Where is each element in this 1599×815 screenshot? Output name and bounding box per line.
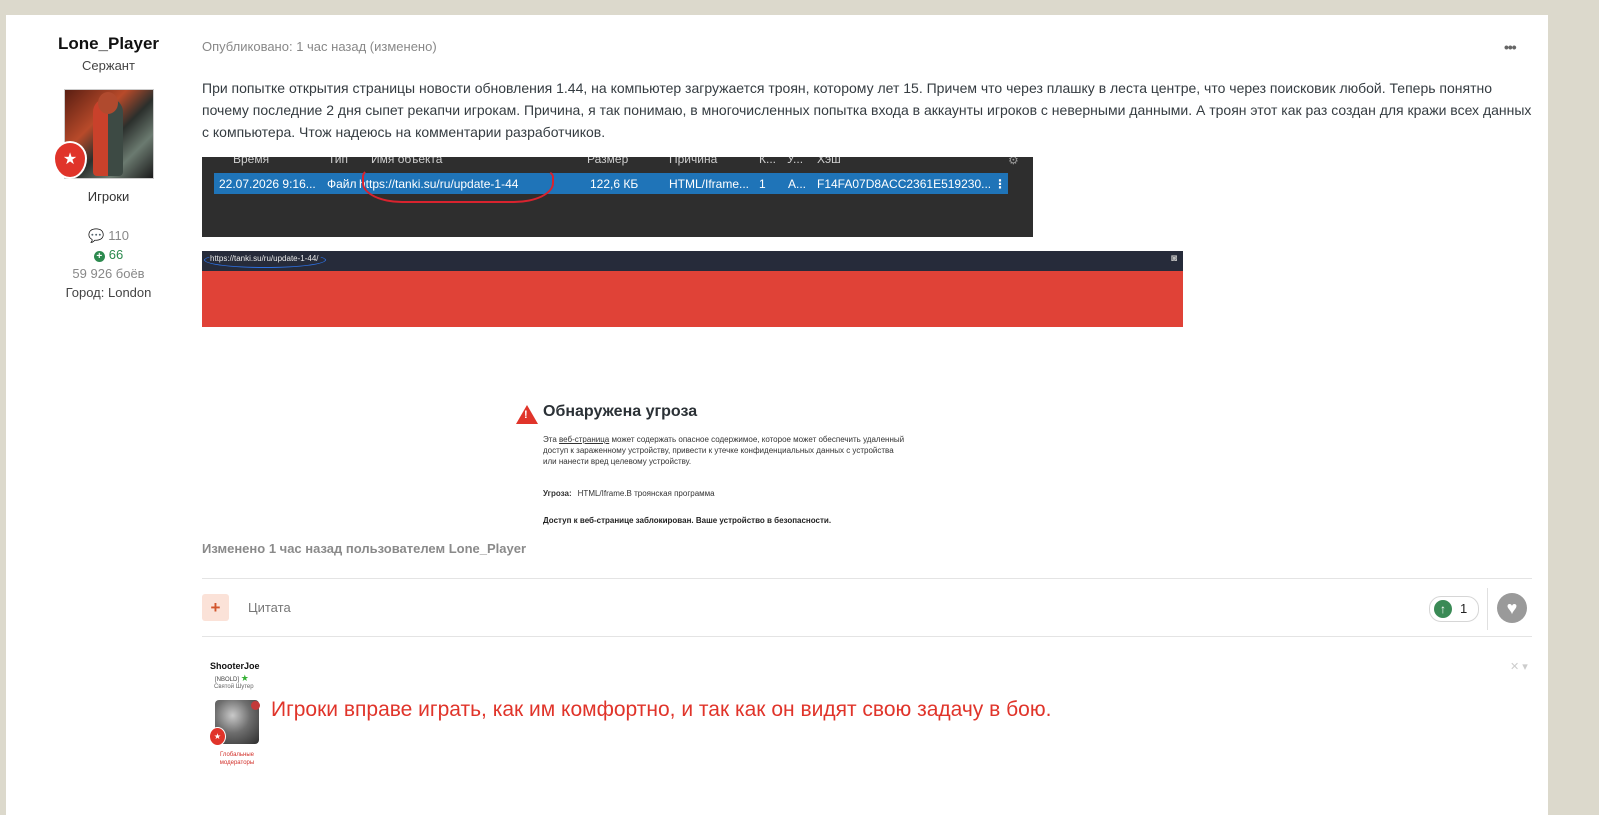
cell-time: 22.07.2026 9:16... [219,177,316,191]
cell-k: 1 [759,177,766,191]
table-row: 22.07.2026 9:16... Файл https://tanki.su… [214,173,1008,194]
row-menu-icon: ⋮ [994,177,1006,191]
cell-u: A... [788,177,807,191]
warning-icon-mark: ! [524,409,528,421]
avatar-head [98,92,118,114]
divider [1487,588,1488,630]
red-banner [202,271,1183,327]
status-dot-icon [251,701,260,710]
post-card: Lone_Player Сержант ★ Игроки 💬 110 +66 59… [6,15,1548,815]
threat-title: Обнаружена угроза [543,403,698,420]
signature-tag: [NBOLD] ★ [215,673,249,684]
col-time: Время [233,157,270,166]
post-meta[interactable]: Опубликовано: 1 час назад (изменено) [202,39,437,54]
arrow-up-icon[interactable]: ↑ [1434,600,1452,618]
reputation-count: 1 [1460,601,1468,616]
more-options-icon[interactable]: ••• [1504,39,1517,55]
reputation-widget[interactable]: ↑ 1 [1429,596,1479,622]
red-circle-annotation [362,169,554,203]
author-city: Город: London [65,285,152,300]
cell-hash: F14FA07D8ACC2361E519230... [817,177,992,191]
threat-type: Угроза: HTML/Iframe.B троянская программа [543,489,715,498]
threat-body-pre: Эта [543,435,559,444]
col-size: Размер [587,157,629,166]
author-rank: Сержант [82,58,135,73]
col-u: У... [787,157,804,166]
col-k: К... [759,157,776,166]
threat-blocked-message: Доступ к веб-странице заблокирован. Ваше… [543,516,832,525]
blue-circle-annotation [204,252,326,268]
cell-size: 122,6 КБ [590,177,639,191]
browser-address-bar: https://tanki.su/ru/update-1-44/ ◙ [202,251,1183,271]
col-hash: Хэш [817,157,841,166]
author-group: Игроки [87,189,130,204]
star-icon: ★ [240,673,249,683]
antivirus-table-screenshot: Время Тип Имя объекта Размер Причина К..… [202,157,1033,237]
post-body: При попытке открытия страницы новости об… [202,80,1532,140]
divider [202,636,1532,637]
threat-type-value: HTML/Iframe.B троянская программа [577,489,715,498]
heart-icon[interactable]: ♥ [1497,593,1527,623]
moderator-badge-icon: ★ [210,728,225,745]
gear-icon: ⚙ [1008,157,1019,167]
cell-type: Файл [327,177,357,191]
signature-rank: Святой Шутер [214,684,254,690]
reputation: +66 [6,247,211,262]
divider [202,578,1532,579]
signature-tag-text: [NBOLD] [215,677,240,683]
edited-notice: Изменено 1 час назад пользователем Lone_… [202,541,527,556]
signature-text: Игроки вправе играть, как им комфортно, … [271,698,1052,721]
cell-reason: HTML/Iframe... [669,177,750,191]
col-name: Имя объекта [371,157,443,166]
threat-type-label: Угроза: [543,489,572,498]
table-header: Время Тип Имя объекта Размер Причина К..… [202,157,1033,173]
reputation-value: 66 [108,247,124,262]
quote-button[interactable]: Цитата [248,600,291,615]
multiquote-add-button[interactable]: + [202,594,229,621]
signature-name: ShooterJoe [210,661,260,671]
col-reason: Причина [669,157,718,166]
camera-icon: ◙ [1170,253,1177,264]
post-count: 💬 110 [6,228,211,244]
post-count-value: 110 [108,228,129,243]
comment-icon: 💬 [88,228,105,243]
threat-description: Эта веб-страница может содержать опасное… [543,434,908,467]
plus-circle-icon: + [93,251,105,262]
battle-count: 59 926 боёв [72,266,145,281]
close-icon[interactable]: ✕ ▾ [1510,660,1528,673]
signature-group: Глобальные модераторы [219,752,255,766]
col-type: Тип [328,157,349,166]
browser-screenshot: https://tanki.su/ru/update-1-44/ ◙ [202,251,1183,327]
author-name[interactable]: Lone_Player [6,34,211,54]
threat-body-link: веб-страница [559,435,610,444]
